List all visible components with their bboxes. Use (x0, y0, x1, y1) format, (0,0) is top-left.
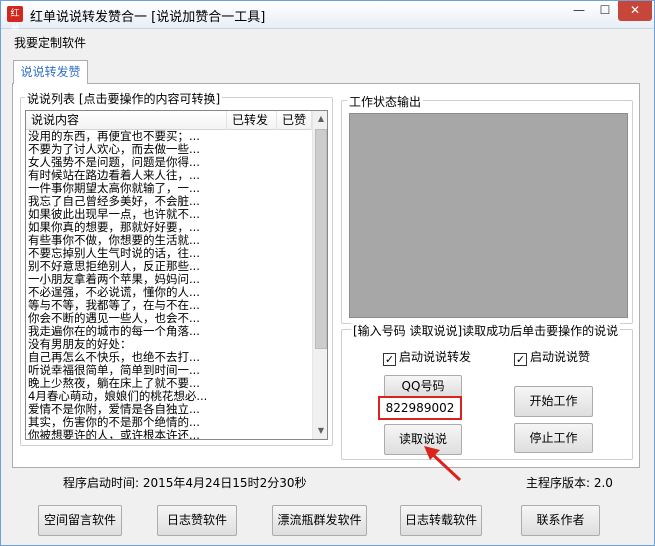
scroll-up-icon[interactable]: ▲ (313, 111, 327, 127)
list-item-content: 不必逞强，不必说谎，懂你的人... (28, 286, 200, 299)
list-header: 说说内容 已转发 已赞 (26, 111, 312, 130)
list-item[interactable]: 一小朋友拿着两个苹果，妈妈问... (26, 273, 312, 286)
list-scrollbar[interactable]: ▲ ▼ (312, 111, 327, 439)
list-item[interactable]: 如果你真的想要，那就好好要，... (26, 221, 312, 234)
list-item-content: 我忘了自己曾经多美好，不会脏... (28, 195, 200, 208)
check-icon: ✓ (514, 353, 527, 366)
list-item[interactable]: 如果彼此出现早一点，也许就不... (26, 208, 312, 221)
list-item-content: 我走遍你在的城市的每一个角落... (28, 325, 200, 338)
list-item-content: 等与不等，我都等了，在与不在... (28, 299, 200, 312)
list-item[interactable]: 不要忘掉别人生气时说的话，往... (26, 247, 312, 260)
list-item-content: 女人强势不是问题，问题是你得... (28, 156, 200, 169)
list-item[interactable]: 别不好意思拒绝别人，反正那些... (26, 260, 312, 273)
checkbox-like-label: 启动说说赞 (530, 350, 591, 364)
list-item-content: 晚上少熬夜，躺在床上了就不要... (28, 377, 200, 390)
list-item-content: 自己再怎么不快乐，也绝不去打... (28, 351, 200, 364)
list-item[interactable]: 其实，伤害你的不是那个绝情的... (26, 416, 312, 429)
list-item[interactable]: 听说幸福很简单，简单到时间一... (26, 364, 312, 377)
list-item-content: 没有男朋友的好处： (28, 338, 132, 351)
list-rows: 没用的东西，再便宜也不要买；... 不要为了讨人欢心，而去做一些... 女人强势不是… (26, 130, 312, 440)
list-item[interactable]: 一件事你期望太高你就输了，一... (26, 182, 312, 195)
column-header-forwarded[interactable]: 已转发 (227, 111, 277, 130)
list-item[interactable]: 不要为了讨人欢心，而去做一些... (26, 143, 312, 156)
list-item-content: 没用的东西，再便宜也不要买；... (28, 130, 200, 143)
qq-number-input[interactable]: 822989002 (378, 396, 462, 420)
list-item-content: 4月春心萌动，娘娘们的桃花想必... (28, 390, 208, 403)
checkbox-enable-forward[interactable]: ✓ 启动说说转发 (383, 348, 471, 366)
list-item-content: 别不好意思拒绝别人，反正那些... (28, 260, 200, 273)
input-group-title: [输入号码 读取说说]读取成功后单击要操作的说说 (351, 322, 621, 339)
list-item[interactable]: 你会不断的遇见一些人，也会不... (26, 312, 312, 325)
stop-work-button[interactable]: 停止工作 (514, 423, 593, 453)
scroll-down-icon[interactable]: ▼ (313, 423, 327, 439)
list-group-title: 说说列表 [点击要操作的内容可转换] (25, 90, 223, 107)
tab-forward-like[interactable]: 说说转发赞 (13, 60, 88, 84)
window-title: 红单说说转发赞合一 [说说加赞合一工具] (30, 10, 266, 25)
list-item[interactable]: 4月春心萌动，娘娘们的桃花想必... (26, 390, 312, 403)
qq-number-label-button[interactable]: QQ号码 (384, 375, 462, 397)
minimize-button[interactable]: — (566, 1, 592, 21)
list-item-content: 有些事你不做，你想要的生活就... (28, 234, 200, 247)
list-item-content: 不要为了讨人欢心，而去做一些... (28, 143, 200, 156)
list-item[interactable]: 等与不等，我都等了，在与不在... (26, 299, 312, 312)
list-item[interactable]: 自己再怎么不快乐，也绝不去打... (26, 351, 312, 364)
list-item-content: 其实，伤害你的不是那个绝情的... (28, 416, 200, 429)
list-item[interactable]: 没有男朋友的好处： (26, 338, 312, 351)
bottle-broadcast-software-button[interactable]: 漂流瓶群发软件 (272, 505, 367, 536)
app-logo-icon: 红单 (7, 6, 23, 35)
list-item[interactable]: 女人强势不是问题，问题是你得... (26, 156, 312, 169)
list-item-content: 你被想要许的人，或许根本许还... (28, 429, 200, 440)
list-item[interactable]: 不必逞强，不必说谎，懂你的人... (26, 286, 312, 299)
list-item-content: 不要忘掉别人生气时说的话，往... (28, 247, 200, 260)
start-work-button[interactable]: 开始工作 (514, 386, 593, 417)
post-list[interactable]: 说说内容 已转发 已赞 没用的东西，再便宜也不要买；... 不要为了讨人欢心，而去… (25, 110, 328, 440)
message-software-button[interactable]: 空间留言软件 (38, 505, 122, 536)
column-header-liked[interactable]: 已赞 (277, 111, 312, 130)
list-item-content: 一件事你期望太高你就输了，一... (28, 182, 200, 195)
checkbox-enable-like[interactable]: ✓ 启动说说赞 (514, 348, 590, 366)
red-arrow-annotation (424, 446, 462, 482)
maximize-button[interactable]: ☐ (592, 1, 618, 21)
list-item-content: 你会不断的遇见一些人，也会不... (28, 312, 200, 325)
list-item-content: 听说幸福很简单，简单到时间一... (28, 364, 200, 377)
close-button[interactable]: ✕ (618, 1, 652, 21)
list-item[interactable]: 我忘了自己曾经多美好，不会脏... (26, 195, 312, 208)
status-group-title: 工作状态输出 (347, 93, 424, 110)
list-item-content: 一小朋友拿着两个苹果，妈妈问... (28, 273, 200, 286)
checkbox-forward-label: 启动说说转发 (399, 350, 472, 364)
status-output-box (349, 113, 628, 318)
list-item[interactable]: 晚上少熬夜，躺在床上了就不要... (26, 377, 312, 390)
list-item[interactable]: 没用的东西，再便宜也不要买；... (26, 130, 312, 143)
list-item[interactable]: 有些事你不做，你想要的生活就... (26, 234, 312, 247)
list-item-content: 如果你真的想要，那就好好要，... (28, 221, 200, 234)
contact-author-button[interactable]: 联系作者 (521, 505, 600, 536)
list-item[interactable]: 我走遍你在的城市的每一个角落... (26, 325, 312, 338)
scroll-thumb[interactable] (315, 129, 327, 349)
column-header-content[interactable]: 说说内容 (26, 111, 227, 130)
blog-repost-software-button[interactable]: 日志转载软件 (400, 505, 482, 536)
list-item-content: 有时候站在路边看着人来人往，... (28, 169, 200, 182)
list-item-content: 爱情不是你附，爱情是各自独立... (28, 403, 200, 416)
menu-item-custom-software[interactable]: 我要定制软件 (14, 34, 86, 51)
menu-bar (1, 30, 654, 50)
list-item[interactable]: 爱情不是你附，爱情是各自独立... (26, 403, 312, 416)
check-icon: ✓ (383, 353, 396, 366)
list-item[interactable]: 你被想要许的人，或许根本许还... (26, 429, 312, 440)
blog-like-software-button[interactable]: 日志赞软件 (157, 505, 237, 536)
version-text: 主程序版本: 2.0 (526, 476, 613, 490)
list-item[interactable]: 有时候站在路边看着人来人往，... (26, 169, 312, 182)
start-time-text: 程序启动时间: 2015年4月24日15时2分30秒 (63, 476, 307, 490)
list-item-content: 如果彼此出现早一点，也许就不... (28, 208, 200, 221)
